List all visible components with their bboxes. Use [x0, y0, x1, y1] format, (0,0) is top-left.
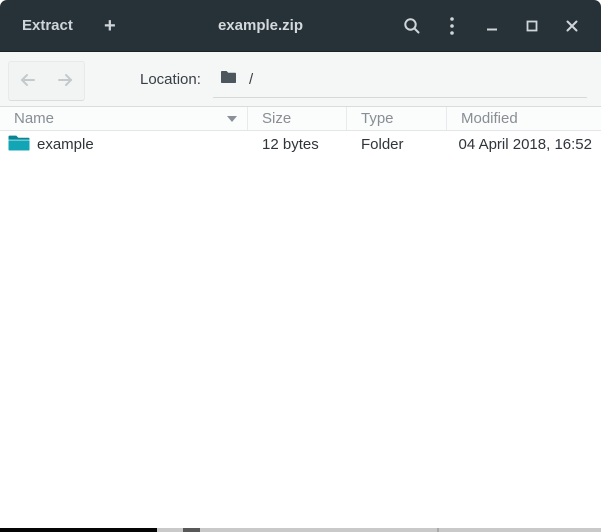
file-size: 12 bytes — [248, 136, 347, 153]
back-arrow-icon — [19, 73, 37, 90]
table-row[interactable]: example 12 bytes Folder 04 April 2018, 1… — [0, 131, 601, 158]
navigation-toolbar: Location: / — [0, 52, 601, 107]
search-button[interactable] — [395, 9, 429, 43]
extract-button[interactable]: Extract — [18, 11, 77, 40]
minimize-button[interactable] — [475, 9, 509, 43]
sort-descending-icon — [227, 116, 237, 122]
menu-icon — [449, 16, 455, 36]
column-header-modified[interactable]: Modified — [447, 107, 601, 130]
file-list-header: Name Size Type Modified — [0, 107, 601, 131]
column-header-size[interactable]: Size — [248, 107, 347, 130]
close-button[interactable] — [555, 9, 589, 43]
column-header-size-label: Size — [262, 110, 291, 127]
folder-icon — [220, 70, 237, 89]
location-label: Location: — [140, 71, 201, 88]
column-header-type[interactable]: Type — [347, 107, 447, 130]
history-buttons — [8, 61, 85, 101]
background-window-sliver — [0, 528, 157, 532]
file-name-cell: example — [0, 134, 248, 156]
titlebar-right-group — [389, 9, 601, 43]
forward-button[interactable] — [47, 62, 85, 100]
maximize-button[interactable] — [515, 9, 549, 43]
close-icon — [564, 18, 580, 34]
file-modified: 04 April 2018, 16:52 — [447, 136, 601, 153]
background-window-sliver — [437, 528, 439, 532]
menu-button[interactable] — [435, 9, 469, 43]
column-header-name-label: Name — [14, 110, 54, 127]
file-type: Folder — [347, 136, 447, 153]
background-window-sliver — [183, 528, 200, 532]
column-header-modified-label: Modified — [461, 110, 518, 127]
file-list-empty-area[interactable] — [0, 158, 601, 528]
minimize-icon — [484, 18, 500, 34]
add-files-button[interactable]: + — [93, 9, 127, 43]
location-entry[interactable]: / — [213, 62, 587, 98]
archive-manager-window: Extract + example.zip — [0, 0, 601, 532]
maximize-icon — [524, 18, 540, 34]
back-button[interactable] — [9, 62, 47, 100]
window-title: example.zip — [132, 17, 389, 34]
column-header-type-label: Type — [361, 110, 394, 127]
column-header-name[interactable]: Name — [0, 107, 248, 130]
titlebar-left-group: Extract + — [0, 9, 132, 43]
bottom-window-edge — [0, 528, 601, 532]
folder-icon — [8, 134, 30, 156]
search-icon — [403, 17, 421, 35]
titlebar: Extract + example.zip — [0, 0, 601, 52]
location-path: / — [249, 71, 253, 88]
file-name: example — [37, 136, 94, 153]
forward-arrow-icon — [56, 73, 74, 90]
